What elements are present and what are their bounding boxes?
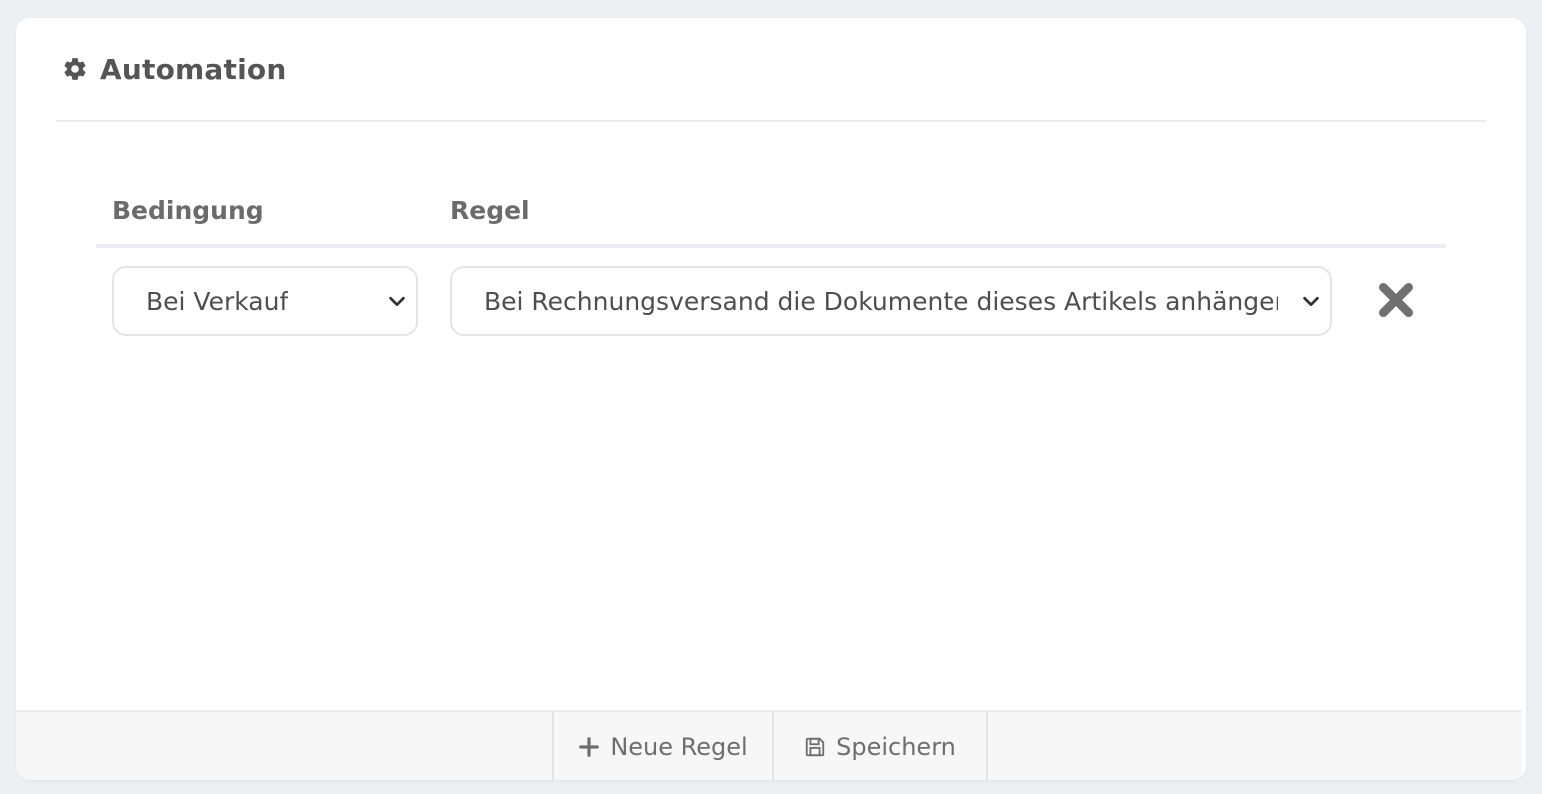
column-header-rule: Regel [450,196,530,225]
save-button[interactable]: Speichern [772,712,988,780]
condition-select[interactable]: Bei Verkauf [112,266,418,336]
automation-panel: Automation Bedingung Regel Bei Verkauf B… [16,18,1526,780]
table-header: Bedingung Regel [96,188,1446,248]
plus-icon [578,736,600,758]
floppy-disk-icon [804,736,826,758]
rule-select-value: Bei Rechnungsversand die Dokumente diese… [484,286,1278,316]
gear-icon [62,56,88,82]
close-icon [1377,281,1415,323]
new-rule-button[interactable]: Neue Regel [552,712,772,780]
panel-title: Automation [100,52,287,86]
save-label: Speichern [836,733,956,761]
remove-rule-button[interactable] [1376,282,1416,322]
new-rule-label: Neue Regel [610,733,748,761]
panel-footer: Neue Regel Speichern [16,710,1522,780]
column-header-condition: Bedingung [112,196,264,225]
chevron-down-icon [1300,290,1322,312]
panel-header: Automation [56,18,1486,122]
condition-select-value: Bei Verkauf [146,286,289,316]
chevron-down-icon [386,290,408,312]
rule-select[interactable]: Bei Rechnungsversand die Dokumente diese… [450,266,1332,336]
